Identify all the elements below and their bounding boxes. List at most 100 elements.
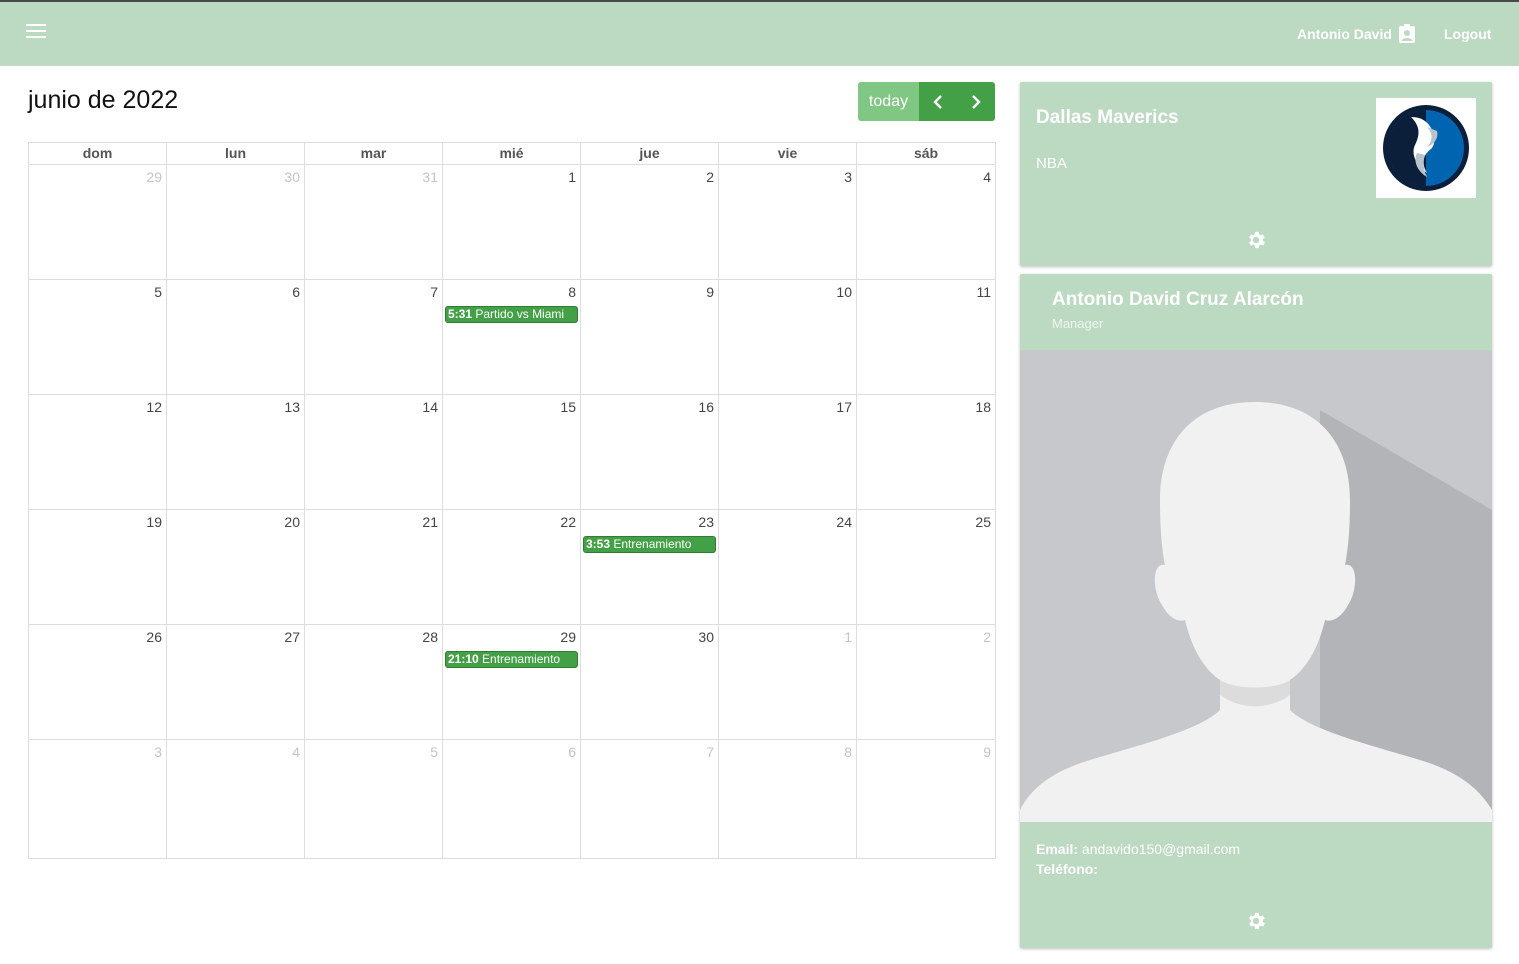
calendar-event[interactable]: 21:10 Entrenamiento: [445, 651, 578, 668]
calendar-day-cell[interactable]: 17: [719, 395, 857, 509]
calendar-day-cell[interactable]: 10: [719, 280, 857, 394]
day-number: 6: [568, 744, 576, 760]
calendar-day-cell[interactable]: 30: [167, 165, 305, 279]
calendar-week-row: 19 20 21 22 23 3:53 Entrenamiento 24 25: [29, 510, 995, 625]
calendar-day-cell[interactable]: 28: [305, 625, 443, 739]
calendar-day-cell[interactable]: 2: [581, 165, 719, 279]
day-number: 15: [560, 399, 576, 415]
calendar-day-cell[interactable]: 16: [581, 395, 719, 509]
day-number: 4: [983, 169, 991, 185]
phone-row: Teléfono:: [1036, 859, 1240, 879]
day-number: 7: [706, 744, 714, 760]
team-logo: [1376, 98, 1476, 198]
calendar-day-cell[interactable]: 15: [443, 395, 581, 509]
user-name: Antonio David: [1297, 26, 1392, 42]
today-button[interactable]: today: [858, 82, 919, 121]
calendar-day-cell[interactable]: 11: [857, 280, 995, 394]
calendar-body: 29 30 31 1 2 3 4 5 6 7 8 5:31 Partido vs Miami 9 10 11…: [29, 165, 995, 858]
day-number: 13: [284, 399, 300, 415]
calendar-day-cell[interactable]: 7: [305, 280, 443, 394]
calendar-day-cell[interactable]: 3: [719, 165, 857, 279]
calendar-day-cell[interactable]: 6: [167, 280, 305, 394]
day-number: 9: [983, 744, 991, 760]
day-number: 10: [836, 284, 852, 300]
day-number: 9: [706, 284, 714, 300]
day-number: 24: [836, 514, 852, 530]
calendar-day-cell[interactable]: 29 21:10 Entrenamiento: [443, 625, 581, 739]
calendar-day-cell[interactable]: 31: [305, 165, 443, 279]
calendar-day-cell[interactable]: 6: [443, 740, 581, 858]
calendar-day-cell[interactable]: 1: [443, 165, 581, 279]
day-number: 6: [292, 284, 300, 300]
calendar-day-cell[interactable]: 5: [29, 280, 167, 394]
calendar-day-cell[interactable]: 30: [581, 625, 719, 739]
calendar-day-cell[interactable]: 8 5:31 Partido vs Miami: [443, 280, 581, 394]
day-number: 18: [975, 399, 991, 415]
day-number: 21: [422, 514, 438, 530]
calendar-day-cell[interactable]: 29: [29, 165, 167, 279]
weekday-label: dom: [29, 143, 167, 164]
calendar-day-cell[interactable]: 4: [857, 165, 995, 279]
calendar-day-cell[interactable]: 21: [305, 510, 443, 624]
weekday-label: sáb: [913, 145, 939, 161]
calendar-event[interactable]: 5:31 Partido vs Miami: [445, 306, 578, 323]
day-number: 5: [430, 744, 438, 760]
hamburger-menu-icon[interactable]: [26, 24, 46, 42]
calendar-day-cell[interactable]: 5: [305, 740, 443, 858]
day-number: 30: [698, 629, 714, 645]
calendar-day-cell[interactable]: 4: [167, 740, 305, 858]
day-number: 3: [154, 744, 162, 760]
calendar-day-cell[interactable]: 19: [29, 510, 167, 624]
day-number: 29: [146, 169, 162, 185]
day-number: 8: [568, 284, 576, 300]
calendar-day-cell[interactable]: 8: [719, 740, 857, 858]
day-number: 25: [975, 514, 991, 530]
calendar-day-cell[interactable]: 7: [581, 740, 719, 858]
calendar-day-cell[interactable]: 9: [581, 280, 719, 394]
day-number: 5: [154, 284, 162, 300]
calendar-day-cell[interactable]: 3: [29, 740, 167, 858]
calendar-day-cell[interactable]: 18: [857, 395, 995, 509]
weekday-label: mié: [443, 143, 581, 164]
day-number: 16: [698, 399, 714, 415]
day-number: 2: [983, 629, 991, 645]
day-number: 30: [284, 169, 300, 185]
calendar-day-cell[interactable]: 22: [443, 510, 581, 624]
calendar-title: junio de 2022: [28, 86, 179, 114]
calendar-day-cell[interactable]: 26: [29, 625, 167, 739]
day-number: 31: [422, 169, 438, 185]
next-month-button[interactable]: [957, 82, 995, 121]
profile-card: Antonio David Cruz Alarcón Manager Email…: [1020, 274, 1492, 948]
calendar-day-cell[interactable]: 12: [29, 395, 167, 509]
calendar-day-cell[interactable]: 2: [857, 625, 995, 739]
month-calendar: dom lun mar mié jue vie sáb 29 30 31 1 2 3 4 5 6 7 8 5:31…: [28, 142, 996, 859]
calendar-day-cell[interactable]: 9: [857, 740, 995, 858]
profile-name: Antonio David Cruz Alarcón: [1052, 289, 1304, 310]
default-avatar-icon: [1020, 350, 1492, 822]
calendar-day-cell[interactable]: 23 3:53 Entrenamiento: [581, 510, 719, 624]
profile-settings-gear-icon[interactable]: [1245, 910, 1267, 932]
calendar-event[interactable]: 3:53 Entrenamiento: [583, 536, 716, 553]
calendar-week-row: 26 27 28 29 21:10 Entrenamiento 30 1 2: [29, 625, 995, 740]
event-time: 5:31: [448, 307, 473, 321]
calendar-day-cell[interactable]: 14: [305, 395, 443, 509]
calendar-day-cell[interactable]: 1: [719, 625, 857, 739]
day-number: 8: [844, 744, 852, 760]
team-card: Dallas Maverics NBA: [1020, 82, 1492, 266]
weekday-header: dom lun mar mié jue vie sáb: [29, 143, 995, 165]
user-profile-link[interactable]: Antonio David: [1297, 24, 1416, 44]
calendar-day-cell[interactable]: 25: [857, 510, 995, 624]
day-number: 4: [292, 744, 300, 760]
calendar-day-cell[interactable]: 20: [167, 510, 305, 624]
weekday-label: jue: [581, 143, 719, 164]
calendar-day-cell[interactable]: 13: [167, 395, 305, 509]
prev-month-button[interactable]: [919, 82, 957, 121]
day-number: 22: [560, 514, 576, 530]
calendar-day-cell[interactable]: 27: [167, 625, 305, 739]
calendar-day-cell[interactable]: 24: [719, 510, 857, 624]
logout-link[interactable]: Logout: [1444, 26, 1491, 42]
event-time: 21:10: [448, 652, 479, 666]
event-title: Entrenamiento: [482, 652, 561, 666]
team-settings-gear-icon[interactable]: [1245, 229, 1267, 251]
day-number: 3: [844, 169, 852, 185]
